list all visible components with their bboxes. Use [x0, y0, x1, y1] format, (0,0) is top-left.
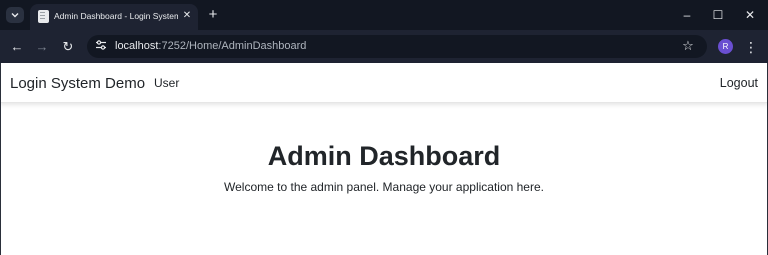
welcome-text: Welcome to the admin panel. Manage your …	[224, 180, 544, 194]
page-title: Admin Dashboard	[267, 141, 501, 171]
page-icon	[38, 10, 49, 23]
tune-icon	[96, 40, 106, 50]
address-bar[interactable]: localhost:7252/Home/AdminDashboard ☆	[87, 35, 707, 58]
new-tab-button[interactable]: +	[206, 6, 220, 24]
tab-strip: Admin Dashboard - Login System Demo ✕ + …	[0, 0, 768, 30]
tab-search-button[interactable]	[6, 7, 24, 23]
reload-button[interactable]: ↻	[59, 38, 77, 56]
page-viewport: Login System Demo User Logout Admin Dash…	[0, 63, 768, 255]
nav-link-user[interactable]: User	[154, 76, 179, 90]
browser-toolbar: ← → ↻ localhost:7252/Home/AdminDashboard…	[0, 30, 768, 63]
minimize-button[interactable]: –	[677, 6, 697, 24]
tab-title: Admin Dashboard - Login System Demo	[54, 11, 178, 21]
star-icon[interactable]: ☆	[680, 38, 696, 54]
site-info-button[interactable]	[93, 39, 109, 54]
left-edge	[0, 63, 1, 255]
url-host: localhost	[115, 40, 159, 52]
close-window-button[interactable]: ✕	[740, 6, 760, 24]
url-path: :7252/Home/AdminDashboard	[158, 40, 307, 52]
browser-tab[interactable]: Admin Dashboard - Login System Demo ✕	[30, 4, 198, 30]
more-vert-icon[interactable]: ⋮	[744, 38, 758, 56]
maximize-button[interactable]: ☐	[708, 6, 728, 24]
profile-avatar[interactable]: R	[718, 39, 733, 54]
chevron-down-icon	[11, 13, 19, 18]
forward-button[interactable]: →	[33, 38, 51, 56]
brand-link[interactable]: Login System Demo	[10, 75, 145, 92]
main-content: Admin Dashboard Welcome to the admin pan…	[0, 103, 768, 255]
back-button[interactable]: ←	[8, 38, 26, 56]
url-text: localhost:7252/Home/AdminDashboard	[115, 40, 306, 52]
browser-chrome: Admin Dashboard - Login System Demo ✕ + …	[0, 0, 768, 63]
logout-link[interactable]: Logout	[720, 76, 758, 90]
tab-close-icon[interactable]: ✕	[181, 9, 193, 23]
app-navbar: Login System Demo User Logout	[0, 63, 768, 103]
